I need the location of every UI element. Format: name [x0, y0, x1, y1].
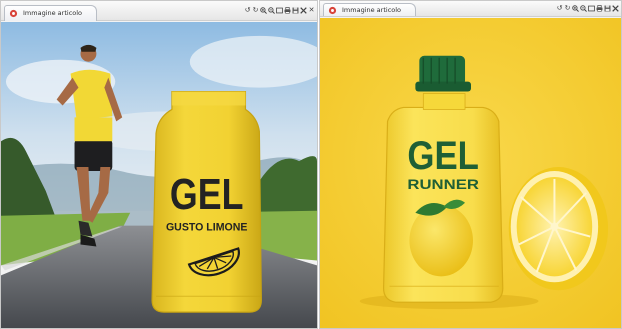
expand-icon[interactable]: [612, 3, 619, 14]
image-canvas: GEL GUSTO LIMONE: [1, 22, 317, 328]
green-cap: [415, 55, 471, 92]
product-name-text: GEL: [407, 134, 479, 178]
product-photo-runner: GEL GUSTO LIMONE: [1, 22, 317, 328]
tab-title: Immagine articolo: [342, 6, 402, 14]
tab-title: Immagine articolo: [23, 9, 83, 17]
app-icon: [328, 6, 337, 15]
lemon-half: [508, 167, 609, 291]
image-viewer-window-right: Immagine articolo ↺ ↻ GEL RUNNER: [319, 0, 622, 329]
viewer-toolbar: ↺ ↻ ✕: [244, 5, 315, 16]
tab-immagine-articolo[interactable]: Immagine articolo: [4, 5, 98, 21]
tab-immagine-articolo[interactable]: Immagine articolo: [323, 3, 417, 16]
image-viewer-window-left: Immagine articolo ↺ ↻ ✕ GEL GUSTO LIMONE: [0, 0, 318, 329]
print-icon[interactable]: [596, 3, 603, 14]
zoom-in-icon[interactable]: [260, 5, 267, 16]
print-icon[interactable]: [284, 5, 291, 16]
fit-icon[interactable]: [276, 5, 283, 16]
window-titlebar: Immagine articolo ↺ ↻: [320, 1, 621, 17]
app-icon: [9, 9, 18, 18]
rotate-right-icon[interactable]: ↻: [252, 5, 259, 16]
rotate-right-icon[interactable]: ↻: [564, 3, 571, 14]
product-flavor-text: GUSTO LIMONE: [166, 222, 247, 234]
viewer-toolbar: ↺ ↻: [556, 3, 619, 14]
gel-pouch: GEL GUSTO LIMONE: [151, 90, 262, 313]
zoom-out-icon[interactable]: [580, 3, 587, 14]
zoom-out-icon[interactable]: [268, 5, 275, 16]
expand-icon[interactable]: [300, 5, 307, 16]
product-subname-text: RUNNER: [407, 176, 479, 192]
rotate-left-icon[interactable]: ↺: [556, 3, 563, 14]
zoom-in-icon[interactable]: [572, 3, 579, 14]
fit-icon[interactable]: [588, 3, 595, 14]
window-titlebar: Immagine articolo ↺ ↻ ✕: [1, 1, 317, 21]
close-icon[interactable]: ✕: [308, 5, 315, 16]
rotate-left-icon[interactable]: ↺: [244, 5, 251, 16]
product-name-text: GEL: [170, 170, 244, 219]
save-icon[interactable]: [292, 5, 299, 16]
save-icon[interactable]: [604, 3, 611, 14]
product-photo-lemon: GEL RUNNER: [320, 18, 621, 328]
image-canvas: GEL RUNNER: [320, 18, 621, 328]
